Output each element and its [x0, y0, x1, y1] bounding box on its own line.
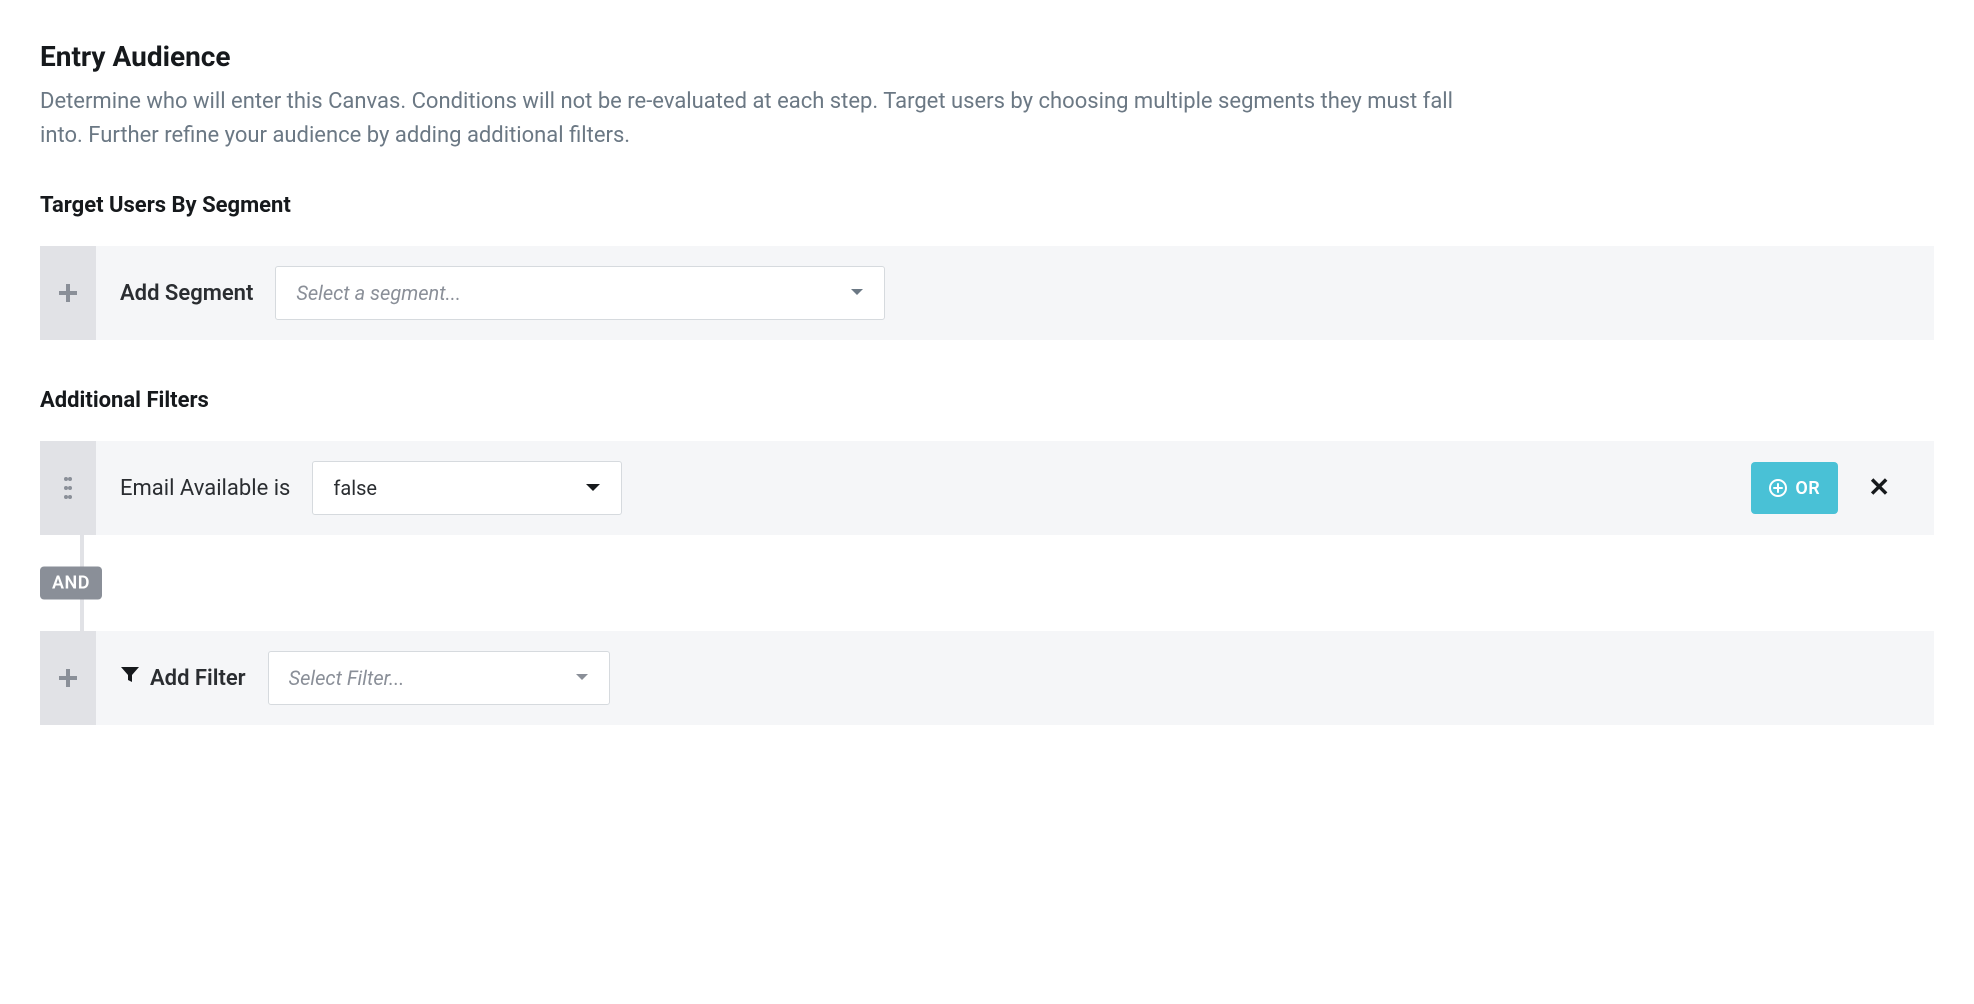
add-segment-label: Add Segment: [120, 281, 253, 306]
filter-row: Email Available is false OR: [40, 441, 1934, 535]
filters-section-title: Additional Filters: [40, 388, 1934, 413]
segments-section-title: Target Users By Segment: [40, 193, 1934, 218]
filter-row-drag-handle[interactable]: [40, 441, 96, 535]
filter-type-placeholder: Select Filter...: [289, 666, 405, 690]
add-filter-handle[interactable]: [40, 631, 96, 725]
drag-dots-icon: [64, 475, 72, 501]
filter-type-select[interactable]: Select Filter...: [268, 651, 610, 705]
plus-icon: [59, 669, 77, 687]
funnel-icon: [120, 665, 140, 691]
segment-select[interactable]: Select a segment...: [275, 266, 885, 320]
add-segment-handle[interactable]: [40, 246, 96, 340]
plus-icon: [59, 284, 77, 302]
add-segment-row: Add Segment Select a segment...: [40, 246, 1934, 340]
page-description: Determine who will enter this Canvas. Co…: [40, 85, 1460, 153]
filter-attribute-label: Email Available is: [120, 476, 290, 501]
and-chip: AND: [40, 567, 102, 600]
chevron-down-icon: [585, 483, 601, 493]
or-label: OR: [1795, 478, 1820, 499]
remove-filter-button[interactable]: ✕: [1860, 473, 1898, 503]
filter-connector: AND: [68, 535, 1934, 631]
filter-value-select[interactable]: false: [312, 461, 622, 515]
add-or-condition-button[interactable]: OR: [1751, 462, 1838, 514]
add-filter-row: Add Filter Select Filter...: [40, 631, 1934, 725]
filter-value-text: false: [333, 476, 377, 500]
entry-audience-page: Entry Audience Determine who will enter …: [0, 0, 1974, 785]
add-filter-label: Add Filter: [150, 666, 246, 691]
plus-circle-icon: [1769, 479, 1787, 497]
page-title: Entry Audience: [40, 40, 1934, 73]
chevron-down-icon: [575, 673, 589, 683]
segment-select-placeholder: Select a segment...: [296, 281, 461, 305]
chevron-down-icon: [850, 288, 864, 298]
add-filter-label-wrap: Add Filter: [120, 665, 246, 691]
